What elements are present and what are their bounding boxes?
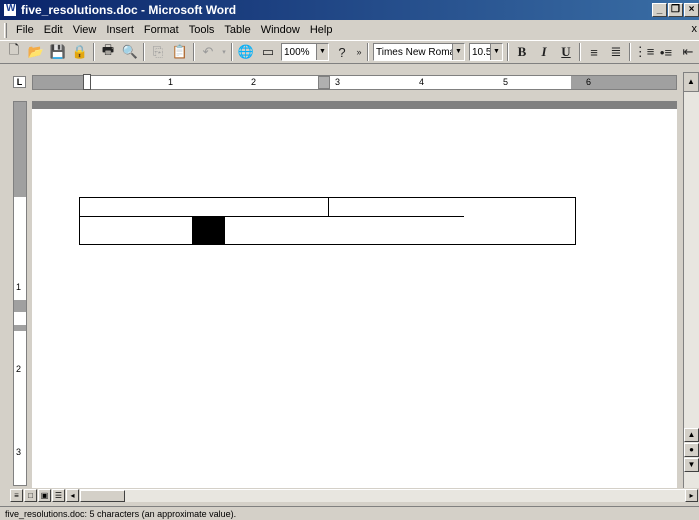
menu-edit[interactable]: Edit [39, 22, 68, 38]
table-row-border [328, 216, 464, 217]
undo-dropdown-icon[interactable]: ▾ [219, 42, 229, 62]
toolbar-separator [143, 43, 145, 61]
font-name-value: Times New Roman [376, 46, 461, 58]
web-layout-view-icon[interactable]: □ [24, 489, 37, 502]
scroll-left-icon[interactable]: ◂ [66, 489, 79, 502]
chevron-down-icon[interactable]: ▼ [316, 44, 328, 60]
word-app-icon[interactable] [3, 3, 17, 17]
toolbar-separator [193, 43, 195, 61]
zoom-select[interactable]: 100% ▼ [281, 43, 329, 61]
outline-view-icon[interactable]: ☰ [52, 489, 65, 502]
copy-icon[interactable]: ⎘ [147, 42, 169, 62]
menu-help[interactable]: Help [305, 22, 338, 38]
horizontal-scroll-thumb[interactable] [80, 490, 125, 502]
menu-bar: File Edit View Insert Format Tools Table… [0, 20, 699, 40]
undo-icon[interactable]: ↶ [197, 42, 219, 62]
ruler-top-margin [14, 102, 26, 197]
menubar-grip[interactable] [4, 22, 7, 38]
close-button[interactable]: × [684, 3, 699, 17]
ruler-row-marker [14, 300, 26, 312]
toolbar-separator [629, 43, 631, 61]
table-column-border [328, 198, 329, 217]
bold-button[interactable]: B [511, 42, 533, 62]
open-folder-icon[interactable]: 📂 [25, 42, 47, 62]
menu-insert[interactable]: Insert [101, 22, 139, 38]
zoom-value: 100% [284, 46, 310, 58]
ruler-mark-1: 1 [16, 282, 22, 292]
toolbar: 🗋 📂 💾 🔒 🖶 🔍 ⎘ 📋 ↶ ▾ 🌐 ▭ 100% ▼ ? » Times… [0, 40, 699, 64]
vertical-ruler[interactable]: 1 2 3 [13, 101, 27, 486]
ruler-mark-1: 1 [168, 77, 174, 87]
print-preview-icon[interactable]: 🔍 [119, 42, 141, 62]
window-title: five_resolutions.doc - Microsoft Word [21, 3, 237, 17]
menu-window[interactable]: Window [256, 22, 305, 38]
document-page[interactable] [32, 109, 677, 488]
ruler-mark-3: 3 [335, 77, 341, 87]
chevron-down-icon[interactable]: ▼ [452, 44, 464, 60]
align-center-icon[interactable]: ≣ [605, 42, 627, 62]
ruler-mark-4: 4 [419, 77, 425, 87]
horizontal-ruler[interactable]: 1 2 3 4 5 6 [32, 74, 677, 90]
menu-file[interactable]: File [11, 22, 39, 38]
web-toolbar-icon[interactable]: 🌐 [235, 42, 257, 62]
new-document-icon[interactable]: 🗋 [3, 42, 25, 62]
toolbar-separator [93, 43, 95, 61]
help-icon[interactable]: ? [331, 42, 353, 62]
align-left-icon[interactable]: ≡ [583, 42, 605, 62]
scroll-up-button[interactable]: ▲ [683, 72, 699, 92]
italic-button[interactable]: I [533, 42, 555, 62]
menu-table[interactable]: Table [219, 22, 255, 38]
left-indent-marker[interactable] [83, 74, 91, 90]
status-bar: five_resolutions.doc: 5 characters (an a… [0, 506, 699, 520]
toolbar-options-icon[interactable]: » [353, 42, 365, 62]
print-icon[interactable]: 🖶 [97, 42, 119, 62]
ruler-mark-2: 2 [16, 364, 22, 374]
previous-page-button[interactable]: ▲ [684, 428, 699, 442]
document-table[interactable] [79, 197, 576, 245]
next-page-button[interactable]: ▼ [684, 458, 699, 472]
horizontal-scroll-track[interactable] [80, 489, 685, 502]
selected-cell-block[interactable] [192, 217, 225, 245]
menu-format[interactable]: Format [139, 22, 184, 38]
font-name-select[interactable]: Times New Roman ▼ [373, 43, 465, 61]
save-icon[interactable]: 💾 [47, 42, 69, 62]
normal-view-icon[interactable]: ≡ [10, 489, 23, 502]
underline-button[interactable]: U [555, 42, 577, 62]
numbered-list-icon[interactable]: ⋮≡ [633, 42, 655, 62]
tables-borders-icon[interactable]: ▭ [257, 42, 279, 62]
minimize-button[interactable]: _ [652, 3, 667, 17]
font-size-value: 10.5 [472, 46, 492, 58]
vertical-scrollbar[interactable]: ▲ ● ▼ [683, 92, 699, 488]
ruler-mark-5: 5 [503, 77, 509, 87]
bullet-list-icon[interactable]: •≡ [655, 42, 677, 62]
title-bar: five_resolutions.doc - Microsoft Word _ … [0, 0, 699, 20]
ruler-mark-3: 3 [16, 447, 22, 457]
restore-button[interactable]: ❐ [668, 3, 683, 17]
window-controls: _ ❐ × [652, 3, 699, 17]
ruler-mark-6: 6 [586, 77, 592, 87]
ruler-mark-2: 2 [251, 77, 257, 87]
close-document-icon[interactable]: x [692, 23, 698, 35]
select-browse-object-button[interactable]: ● [684, 443, 699, 457]
toolbar-separator [231, 43, 233, 61]
toolbar-separator [579, 43, 581, 61]
scroll-right-icon[interactable]: ▸ [685, 489, 698, 502]
permission-icon[interactable]: 🔒 [69, 42, 91, 62]
table-column-marker[interactable] [318, 76, 330, 89]
paste-icon[interactable]: 📋 [169, 42, 191, 62]
toolbar-separator [507, 43, 509, 61]
menu-view[interactable]: View [68, 22, 102, 38]
document-workspace [32, 101, 677, 488]
print-layout-view-icon[interactable]: ▣ [38, 489, 51, 502]
toolbar-separator [367, 43, 369, 61]
menu-tools[interactable]: Tools [184, 22, 220, 38]
ruler-row-marker [14, 325, 26, 331]
font-size-select[interactable]: 10.5 ▼ [469, 43, 503, 61]
horizontal-scrollbar: ≡ □ ▣ ☰ ◂ ▸ [10, 488, 699, 503]
decrease-indent-icon[interactable]: ⇤ [677, 42, 699, 62]
chevron-down-icon[interactable]: ▼ [490, 44, 502, 60]
tab-selector-icon[interactable]: L [13, 76, 26, 88]
horizontal-ruler-area: L 1 2 3 4 5 6 [0, 72, 699, 92]
